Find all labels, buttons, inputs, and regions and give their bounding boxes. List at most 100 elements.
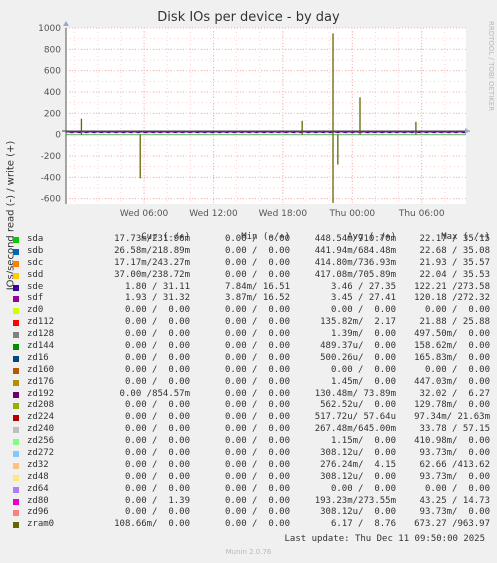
legend-name: zd208 [27,400,55,411]
legend-swatch [13,415,19,422]
legend-min: 0.00 / 0.00 [224,519,290,530]
legend-cur: 0.00 / 0.00 [119,483,190,494]
y-ticks: -600 -400 -200 0 200 400 600 800 1000 [38,24,61,205]
legend-avg: 500.26u/ 0.00 [320,352,396,363]
legend-max: 93.73m/ 0.00 [419,448,490,459]
legend-name: sda [27,234,44,244]
legend-name: zd256 [27,436,55,447]
legend-row-zd32: zd32 0.00 / 0.00 0.00 / 0.00 276.24m/ 4.15… [12,460,492,472]
legend-max: 62.66 /413.62 [419,459,490,470]
y-tick-label: -200 [41,152,62,162]
legend-cur: 0.00 / 0.00 [119,459,190,470]
legend-swatch [13,284,19,291]
legend-avg: 1.39m/ 0.00 [325,329,396,340]
legend-max: 497.50m/ 0.00 [414,329,490,340]
legend-swatch [13,474,19,481]
legend-avg: 308.12u/ 0.00 [320,448,396,459]
legend-cur: 0.00 / 0.00 [119,352,190,363]
y-tick-label: 200 [44,109,61,119]
legend-swatch [13,367,19,374]
legend-swatch [13,320,19,327]
legend-name: zd272 [27,448,55,459]
legend-name: zd112 [27,317,55,328]
legend-max: 673.27 /963.97 [414,519,490,530]
legend-avg: 1.15m/ 0.00 [325,436,396,447]
legend-cur: 0.00 / 0.00 [119,424,190,435]
legend-swatch [13,462,19,469]
legend-min: 0.00 / 0.00 [224,424,290,435]
legend-row-zd160: zd160 0.00 / 0.00 0.00 / 0.00 0.00 / 0.00… [12,365,492,377]
legend-name: sdd [27,269,44,280]
legend-swatch [13,344,19,351]
legend-cur: 0.00 / 0.00 [119,305,190,316]
legend-row-zd272: zd272 0.00 / 0.00 0.00 / 0.00 308.12u/ 0.0… [12,448,492,460]
legend-swatch [13,522,19,529]
legend-avg: 6.17 / 8.76 [325,519,396,530]
legend-swatch [13,498,19,505]
legend-min: 0.00 / 0.00 [224,471,290,482]
legend-name: zd0 [27,305,44,316]
legend-avg: 135.82m/ 2.17 [320,317,396,328]
legend-swatch [13,355,19,362]
legend-name: zd192 [27,388,55,399]
legend-cur: 0.00 / 0.00 [119,329,190,340]
legend-max: 122.21 /273.58 [414,281,490,292]
legend-cur: 108.66m/ 0.00 [114,519,190,530]
legend-min: 0.00 / 0.00 [224,495,290,506]
legend-row-zd208: zd208 0.00 / 0.00 0.00 / 0.00 562.52u/ 0.0… [12,400,492,412]
legend-avg: 562.52u/ 0.00 [320,400,396,411]
legend-avg: 417.08m/705.89m [314,269,396,280]
legend-avg: 0.00 / 0.00 [325,305,396,316]
legend-swatch [13,308,19,315]
y-tick-label: 400 [44,88,61,98]
legend-max: 447.03m/ 0.00 [414,376,490,387]
legend-swatch [13,248,19,255]
legend-avg: 3.45 / 27.41 [325,293,396,304]
legend-min: 0.00 / 0.00 [224,400,290,411]
legend-name: sde [27,281,44,292]
legend-row-zd112: zd112 0.00 / 0.00 0.00 / 0.00 135.82m/ 2.1… [12,317,492,329]
legend-name: zd32 [27,459,49,470]
legend-avg: 0.00 / 0.00 [325,483,396,494]
legend-avg: 414.80m/736.93m [314,257,396,268]
legend-max: 43.25 / 14.73 [419,495,490,506]
legend-max: 32.02 / 6.27 [419,388,490,399]
legend-row-zd256: zd256 0.00 / 0.00 0.00 / 0.00 1.15m/ 0.00… [12,436,492,448]
legend-max: 0.00 / 0.00 [419,364,490,375]
legend-swatch [13,510,19,517]
x-ticks: Wed 06:00 Wed 12:00 Wed 18:00 Thu 00:00 Thu … [120,209,445,219]
legend-cur: 37.00m/238.72m [114,269,190,280]
legend-row-zram0: zram0 108.66m/ 0.00 0.00 / 0.00 6.17 / 8.7… [12,519,492,531]
legend-min: 0.00 / 0.00 [224,341,290,352]
legend-avg: 489.37u/ 0.00 [320,341,396,352]
legend-cur: 26.58m/218.89m [114,245,190,256]
legend-min: 0.00 / 0.00 [224,448,290,459]
legend-min: 0.00 / 0.00 [224,234,290,244]
legend-name: zd144 [27,341,55,352]
legend-row-zd64: zd64 0.00 / 0.00 0.00 / 0.00 0.00 / 0.00 … [12,484,492,496]
legend-avg: 308.12u/ 0.00 [320,471,396,482]
legend-min: 7.84m/ 16.51 [224,281,290,292]
legend-row-sdd: sdd 37.00m/238.72m 0.00 / 0.00 417.08m/705.… [12,270,492,282]
legend-row-sdb: sdb 26.58m/218.89m 0.00 / 0.00 441.94m/684.… [12,246,492,258]
x-tick-label: Wed 12:00 [189,209,238,219]
legend-cur: 0.00 / 0.00 [119,317,190,328]
legend-swatch [13,427,19,434]
legend-cur: 1.80 / 31.11 [119,281,190,292]
legend-min: 0.00 / 0.00 [224,388,290,399]
legend-swatch [13,296,19,303]
legend-swatch [13,391,19,398]
legend-row-sdf: sdf 1.93 / 31.32 3.87m/ 16.52 3.45 / 27.4… [12,293,492,305]
legend-max: 165.83m/ 0.00 [414,352,490,363]
legend-min: 0.00 / 0.00 [224,352,290,363]
legend-max: 33.78 / 57.15 [419,424,490,435]
legend-name: zd64 [27,483,49,494]
legend-avg: 517.72u/ 57.64u [314,412,396,423]
legend-cur: 0.00 / 0.00 [119,471,190,482]
legend-cur: 0.00 / 0.00 [119,341,190,352]
legend-avg: 1.45m/ 0.00 [325,376,396,387]
legend-swatch [13,237,19,243]
legend-swatch [13,403,19,410]
munin-footer: Munin 2.0.76 [225,548,272,556]
x-tick-label: Wed 06:00 [120,209,169,219]
